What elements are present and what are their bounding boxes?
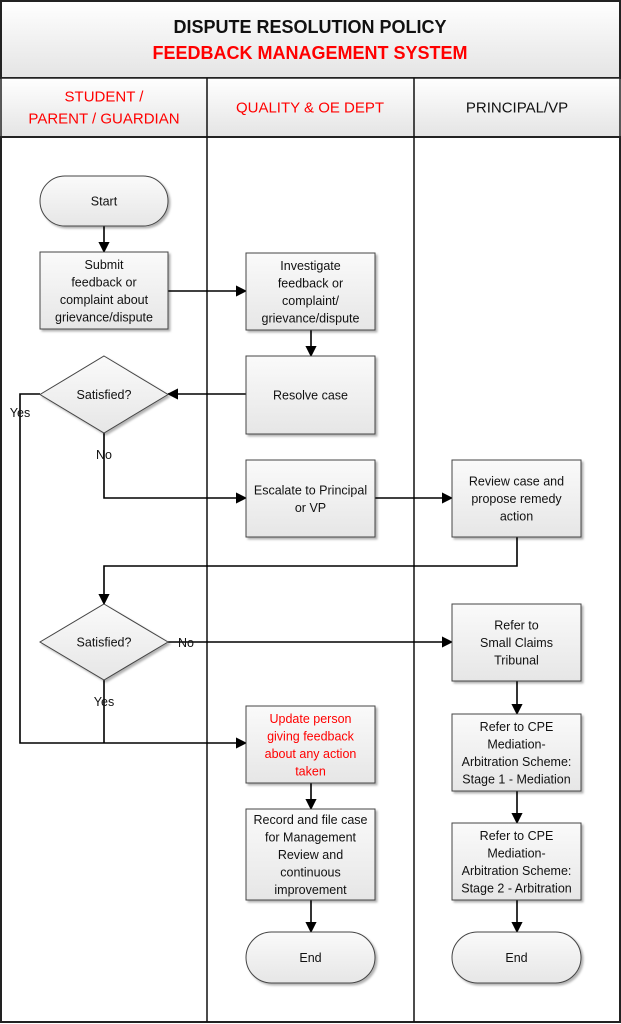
node-small-claims: Refer to Small Claims Tribunal bbox=[451, 603, 582, 682]
diagram-subtitle: FEEDBACK MANAGEMENT SYSTEM bbox=[152, 43, 467, 63]
node-end2: End bbox=[451, 931, 582, 984]
node-label: continuous bbox=[280, 866, 340, 880]
node-review: Review case and propose remedy action bbox=[451, 459, 582, 538]
node-label: Submit bbox=[85, 258, 124, 272]
node-label: Start bbox=[91, 195, 118, 209]
node-label: Satisfied? bbox=[77, 636, 132, 650]
process-shape bbox=[245, 459, 376, 538]
node-investigate: Investigate feedback or complaint/grievanc… bbox=[245, 252, 376, 331]
node-submit: Submit feedback or complaint about grievanc… bbox=[39, 251, 169, 330]
node-label: Review case and bbox=[469, 475, 564, 489]
title-band bbox=[0, 0, 621, 79]
lane-header-label: QUALITY & OE DEPT bbox=[236, 99, 384, 116]
edge-label-no: No bbox=[178, 636, 194, 650]
diagram-title: DISPUTE RESOLUTION POLICY bbox=[173, 17, 446, 37]
node-label: Tribunal bbox=[494, 654, 539, 668]
node-label: Record and file case bbox=[254, 813, 368, 827]
node-label: Stage 1 - Mediation bbox=[462, 772, 570, 786]
node-label: Small Claims bbox=[480, 636, 553, 650]
node-label: grievance/dispute bbox=[262, 311, 360, 325]
node-label: Mediation- bbox=[487, 846, 545, 860]
node-label: grievance/dispute bbox=[55, 310, 153, 324]
node-label: action bbox=[500, 510, 533, 524]
node-label: Investigate bbox=[280, 259, 341, 273]
node-end1: End bbox=[245, 931, 376, 984]
node-escalate: Escalate to Principal or VP bbox=[245, 459, 376, 538]
edge-label-no: No bbox=[96, 448, 112, 462]
node-label: Satisfied? bbox=[77, 388, 132, 402]
node-update: Update person giving feedback about any ac… bbox=[245, 705, 376, 784]
node-label: End bbox=[505, 951, 527, 965]
node-label: taken bbox=[295, 764, 326, 778]
node-label: Review and bbox=[278, 848, 343, 862]
node-label: feedback or bbox=[71, 275, 136, 289]
node-label: giving feedback bbox=[267, 729, 355, 743]
edge-label-yes: Yes bbox=[10, 406, 30, 420]
node-label: Arbitration Scheme: bbox=[462, 864, 572, 878]
lane-header-label: PRINCIPAL/VP bbox=[466, 99, 568, 116]
node-label: for Management bbox=[265, 831, 357, 845]
node-label: Arbitration Scheme: bbox=[462, 755, 572, 769]
node-label: Escalate to Principal bbox=[254, 483, 367, 497]
node-label: Resolve case bbox=[273, 389, 348, 403]
node-label: complaint/ bbox=[282, 294, 339, 308]
node-label: or VP bbox=[295, 501, 326, 515]
node-label: Refer to bbox=[494, 619, 539, 633]
edge-label-yes: Yes bbox=[94, 695, 114, 709]
node-label: Refer to CPE bbox=[480, 720, 554, 734]
node-label: Update person bbox=[269, 712, 351, 726]
lane-header-label: PARENT / GUARDIAN bbox=[28, 110, 179, 127]
lane-header-label: STUDENT / bbox=[65, 88, 145, 105]
node-label: improvement bbox=[274, 883, 347, 897]
node-label: Mediation- bbox=[487, 737, 545, 751]
node-label: complaint about bbox=[60, 293, 149, 307]
node-label: End bbox=[299, 951, 321, 965]
node-start: Start bbox=[39, 175, 169, 227]
flowchart: DISPUTE RESOLUTION POLICY FEEDBACK MANAG… bbox=[0, 0, 621, 1023]
node-label: feedback or bbox=[278, 276, 343, 290]
node-label: about any action bbox=[265, 747, 357, 761]
node-label: Refer to CPE bbox=[480, 829, 554, 843]
node-label: propose remedy bbox=[471, 492, 562, 506]
node-resolve: Resolve case bbox=[245, 355, 376, 435]
node-cpe1: Refer to CPE Mediation- Arbitration Scheme… bbox=[451, 713, 582, 792]
node-record: Record and file case for Management Review… bbox=[245, 808, 376, 901]
node-label: Stage 2 - Arbitration bbox=[461, 881, 572, 895]
node-cpe2: Refer to CPE Mediation- Arbitration Scheme… bbox=[451, 822, 582, 901]
